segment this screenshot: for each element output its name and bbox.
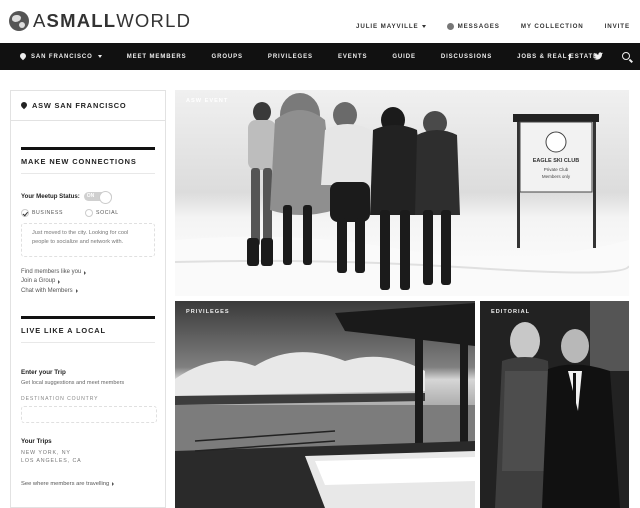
members-travelling-link[interactable]: See where members are travelling [21,481,155,487]
meetup-status-label: Your Meetup Status: [21,193,80,200]
nav-groups[interactable]: GROUPS [212,54,243,60]
chevron-down-icon [97,55,102,58]
trip-item[interactable]: NEW YORK, NY [21,449,155,457]
editorial-photo [480,301,629,508]
trip-item[interactable]: LOS ANGELES, CA [21,457,155,465]
connections-title: MAKE NEW CONNECTIONS [21,157,137,166]
social-radio[interactable] [85,209,94,217]
nav-privileges[interactable]: PRIVILEGES [268,54,313,60]
section-underline [21,341,155,343]
location-pin-icon [20,53,26,61]
meetup-status-row: Your Meetup Status: ON [21,191,155,204]
meetup-type-options: BUSINESS SOCIAL [21,209,155,217]
chevron-right-icon [112,481,115,486]
logo-text: ASMALLWORLD [33,10,192,31]
meetup-status-toggle[interactable]: ON [83,191,112,204]
trip-list: NEW YORK, NY LOS ANGELES, CA [21,449,155,465]
asw-logo[interactable]: ASMALLWORLD [9,10,191,32]
business-label: BUSINESS [32,210,64,216]
invite-link[interactable]: INVITE [605,23,630,30]
event-tile[interactable]: ASW EVENT EAGLE SKI CLUB Private Club Me… [175,90,629,296]
enter-trip-subtitle: Get local suggestions and meet members [21,379,125,386]
chevron-right-icon [58,279,61,284]
sidebar-heading: ASW SAN FRANCISCO [11,91,165,121]
intro-textarea[interactable]: Just moved to the city. Looking for cool… [21,223,155,257]
location-pin-icon [21,102,27,110]
user-menu[interactable]: JULIE MAYVILLE [356,23,426,30]
sign-line-1: Private Club [544,167,569,172]
tile-label: EDITORIAL [491,309,531,315]
main-nav: SAN FRANCISCO MEET MEMBERS GROUPS PRIVIL… [0,43,640,70]
section-divider [21,315,155,319]
chat-members-link[interactable]: Chat with Members [21,287,155,296]
chevron-right-icon [75,289,78,294]
user-name: JULIE MAYVILLE [355,23,419,30]
sidebar: ASW SAN FRANCISCO MAKE NEW CONNECTIONS Y… [10,90,166,508]
business-radio[interactable] [21,209,29,217]
globe-icon [9,11,29,31]
local-title: LIVE LIKE A LOCAL [21,325,106,335]
social-label: SOCIAL [96,210,119,216]
sign-title: EAGLE SKI CLUB [533,158,579,164]
section-divider [21,147,155,150]
facebook-icon[interactable]: f [556,52,584,62]
city-label: SAN FRANCISCO [31,53,93,60]
top-header: ASMALLWORLD JULIE MAYVILLE MESSAGES MY C… [0,0,640,43]
search-icon[interactable] [612,51,640,62]
account-links: JULIE MAYVILLE MESSAGES MY COLLECTION IN… [335,23,630,30]
connection-links: Find members like you Join a Group Chat … [21,268,155,296]
nav-discussions[interactable]: DISCUSSIONS [441,54,492,60]
sign-line-2: Members only [542,174,571,179]
collection-link[interactable]: MY COLLECTION [521,23,584,30]
event-photo: EAGLE SKI CLUB Private Club Members only [175,93,629,296]
editorial-tile[interactable]: EDITORIAL [480,301,629,508]
privileges-photo [175,303,475,508]
nav-events[interactable]: EVENTS [338,54,367,60]
twitter-icon[interactable] [584,51,612,62]
nav-guide[interactable]: GUIDE [392,54,416,60]
find-members-link[interactable]: Find members like you [21,268,155,277]
chevron-down-icon [421,25,426,28]
chevron-right-icon [84,270,87,275]
your-trips-title: Your Trips [21,437,52,445]
destination-input[interactable] [21,405,157,423]
tile-label: ASW EVENT [186,98,229,104]
tile-label: PRIVILEGES [186,309,230,315]
nav-meet-members[interactable]: MEET MEMBERS [127,54,187,60]
enter-trip-title: Enter your Trip [21,368,66,376]
join-group-link[interactable]: Join a Group [21,277,155,286]
sidebar-heading-label: ASW SAN FRANCISCO [32,101,127,110]
messages-link[interactable]: MESSAGES [446,23,500,30]
nav-icon-group: f [556,43,640,70]
destination-label: DESTINATION COUNTRY [21,395,99,402]
messages-icon [446,23,454,30]
section-underline [21,173,155,174]
city-selector[interactable]: SAN FRANCISCO [20,53,102,61]
privileges-tile[interactable]: PRIVILEGES [175,301,475,508]
messages-label: MESSAGES [457,23,500,30]
